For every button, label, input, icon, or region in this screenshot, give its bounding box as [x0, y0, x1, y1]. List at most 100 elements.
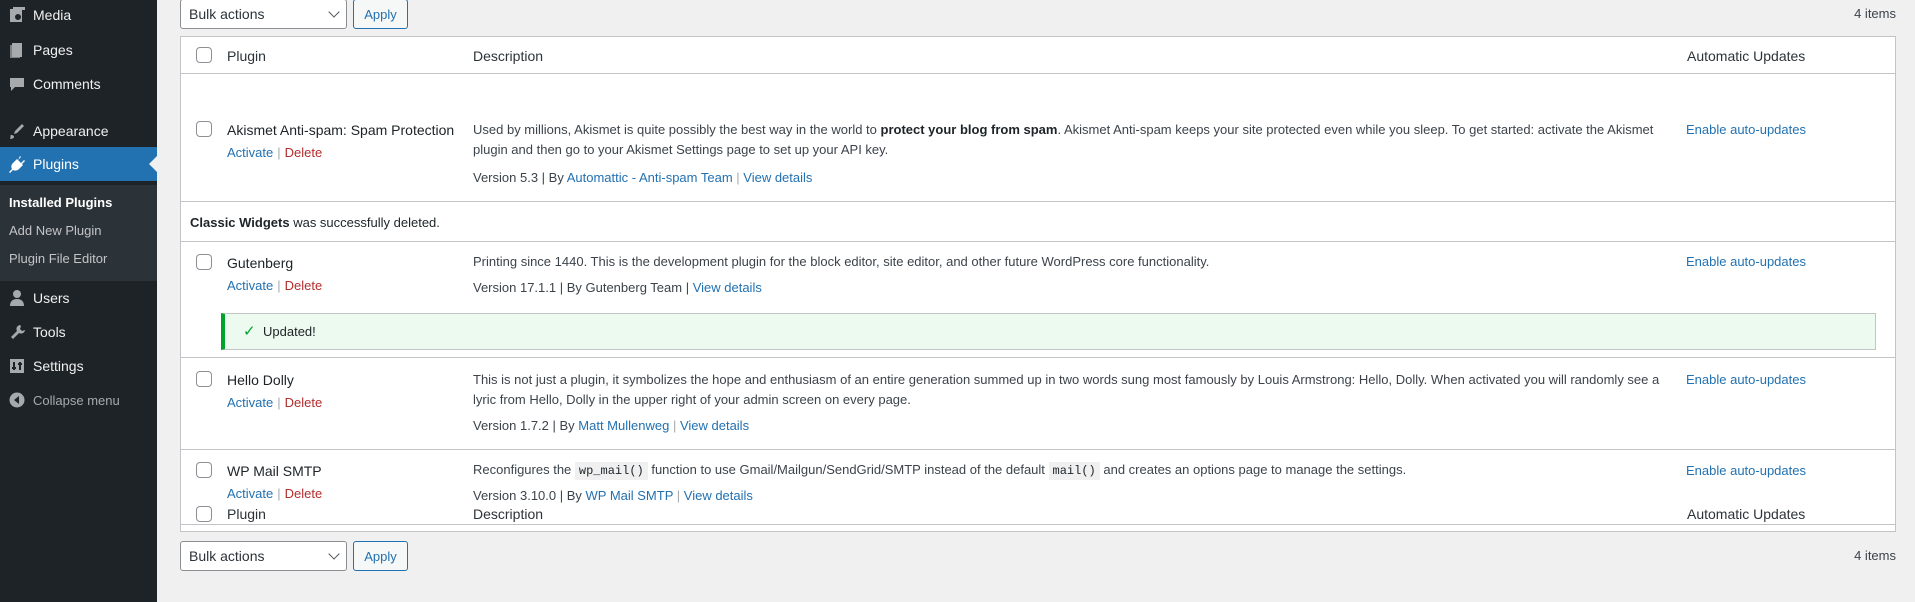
submenu-plugin-file-editor[interactable]: Plugin File Editor	[9, 251, 107, 266]
sidebar-item-label: Comments	[33, 76, 101, 92]
settings-icon	[0, 349, 33, 383]
sidebar-item-settings[interactable]: Settings	[0, 349, 157, 383]
bulk-actions-select[interactable]: Bulk actions	[180, 541, 347, 571]
plugin-version: Version 17.1.1 | By Gutenberg Team | Vie…	[473, 280, 762, 295]
plugins-submenu: Installed Plugins Add New Plugin Plugin …	[0, 185, 157, 281]
view-details-link[interactable]: View details	[680, 418, 749, 433]
submenu-add-new-plugin[interactable]: Add New Plugin	[9, 223, 102, 238]
column-plugin: Plugin	[227, 506, 266, 522]
row-actions: Activate | Delete	[227, 145, 323, 160]
table-footer: Plugin Description Automatic Updates	[181, 495, 1895, 532]
bulk-actions-select[interactable]: Bulk actions	[180, 0, 347, 29]
column-auto-updates: Automatic Updates	[1687, 506, 1806, 522]
select-all-checkbox[interactable]	[196, 47, 212, 63]
column-plugin: Plugin	[227, 48, 266, 64]
tablenav-top: Bulk actions Apply 4 items	[180, 0, 1896, 29]
item-count: 4 items	[1854, 6, 1896, 21]
plugin-name: Akismet Anti-spam: Spam Protection	[227, 122, 455, 138]
row-checkbox[interactable]	[196, 371, 212, 387]
author-link[interactable]: Automattic - Anti-spam Team	[567, 170, 733, 185]
plugin-description: Printing since 1440. This is the develop…	[473, 254, 1210, 269]
admin-sidebar: Media Pages Comments Appearance Plugins …	[0, 0, 157, 602]
table-row: Gutenberg Activate | Delete Printing since…	[181, 242, 1895, 358]
sidebar-item-label: Pages	[33, 42, 73, 58]
updated-notice: ✓ Updated!	[221, 313, 1876, 350]
description-text: Reconfigures the	[473, 462, 575, 477]
plugin-version: Version 1.7.2 | By Matt Mullenweg | View…	[473, 418, 750, 433]
sidebar-item-plugins[interactable]: Plugins	[0, 147, 157, 181]
checkmark-icon: ✓	[243, 323, 256, 340]
description-text: and creates an options page to manage th…	[1099, 462, 1407, 477]
plugin-name: Gutenberg	[227, 255, 294, 271]
updated-notice-text: Updated!	[263, 324, 316, 339]
plugins-table: Plugin Description Automatic Updates Aki…	[180, 36, 1896, 532]
row-checkbox[interactable]	[196, 254, 212, 270]
table-header: Plugin Description Automatic Updates	[181, 37, 1895, 74]
current-indicator	[149, 156, 157, 172]
delete-link[interactable]: Delete	[285, 145, 323, 160]
submenu-installed-plugins[interactable]: Installed Plugins	[9, 195, 112, 210]
enable-auto-updates-link[interactable]: Enable auto-updates	[1686, 372, 1806, 387]
row-checkbox[interactable]	[196, 462, 212, 478]
deleted-notice-row: Classic Widgets was successfully deleted…	[181, 202, 1895, 242]
appearance-icon	[0, 114, 33, 148]
plugin-description: Used by millions, Akismet is quite possi…	[473, 120, 1683, 160]
deleted-notice: Classic Widgets was successfully deleted…	[190, 215, 440, 230]
row-checkbox[interactable]	[196, 121, 212, 137]
view-details-link[interactable]: View details	[693, 280, 762, 295]
collapse-menu-label: Collapse menu	[33, 392, 120, 408]
media-icon	[0, 0, 33, 32]
sidebar-item-pages[interactable]: Pages	[0, 33, 157, 67]
sidebar-item-comments[interactable]: Comments	[0, 67, 157, 101]
collapse-menu-button[interactable]: Collapse menu	[0, 383, 157, 417]
tools-icon	[0, 315, 33, 349]
plugin-version: Version 5.3 | By Automattic - Anti-spam …	[473, 170, 813, 185]
code-snippet: mail()	[1048, 462, 1100, 480]
enable-auto-updates-link[interactable]: Enable auto-updates	[1686, 254, 1806, 269]
plugin-description: This is not just a plugin, it symbolizes…	[473, 372, 1660, 407]
row-actions: Activate | Delete	[227, 395, 323, 410]
sidebar-item-appearance[interactable]: Appearance	[0, 114, 157, 148]
select-all-checkbox[interactable]	[196, 506, 212, 522]
column-description: Description	[473, 48, 544, 64]
author-link[interactable]: Matt Mullenweg	[578, 418, 669, 433]
delete-link[interactable]: Delete	[285, 278, 323, 293]
activate-link[interactable]: Activate	[227, 278, 273, 293]
chevron-down-icon	[328, 548, 340, 560]
enable-auto-updates-link[interactable]: Enable auto-updates	[1686, 463, 1806, 478]
pages-icon	[0, 33, 33, 67]
description-emphasis: protect your blog from spam	[880, 122, 1058, 137]
chevron-down-icon	[328, 6, 340, 18]
bulk-actions-value: Bulk actions	[189, 6, 265, 22]
activate-link[interactable]: Activate	[227, 395, 273, 410]
sidebar-item-media[interactable]: Media	[0, 0, 157, 32]
apply-button[interactable]: Apply	[353, 0, 408, 29]
description-text: function to use Gmail/Mailgun/SendGrid/S…	[647, 462, 1049, 477]
activate-link[interactable]: Activate	[227, 145, 273, 160]
deleted-notice-text: was successfully deleted.	[289, 215, 440, 230]
plugin-name: WP Mail SMTP	[227, 463, 322, 479]
sidebar-item-label: Settings	[33, 358, 84, 374]
sidebar-item-label: Appearance	[33, 123, 109, 139]
row-actions: Activate | Delete	[227, 278, 323, 293]
table-row: Hello Dolly Activate | Delete This is not …	[181, 358, 1895, 450]
table-row: Akismet Anti-spam: Spam Protection Activ…	[181, 74, 1895, 202]
collapse-icon	[0, 383, 33, 417]
sidebar-item-label: Users	[33, 290, 70, 306]
view-details-link[interactable]: View details	[743, 170, 812, 185]
apply-button[interactable]: Apply	[353, 541, 408, 571]
sidebar-item-tools[interactable]: Tools	[0, 315, 157, 349]
plugin-name: Hello Dolly	[227, 372, 294, 388]
column-auto-updates: Automatic Updates	[1687, 48, 1806, 64]
enable-auto-updates-link[interactable]: Enable auto-updates	[1686, 122, 1806, 137]
version-text: Version 17.1.1 | By Gutenberg Team |	[473, 280, 693, 295]
sidebar-item-users[interactable]: Users	[0, 281, 157, 315]
version-text: Version 5.3 | By	[473, 170, 567, 185]
tablenav-bottom: Bulk actions Apply 4 items	[180, 541, 1896, 571]
bulk-actions-value: Bulk actions	[189, 548, 265, 564]
sidebar-item-label: Plugins	[33, 156, 79, 172]
comments-icon	[0, 67, 33, 101]
users-icon	[0, 281, 33, 315]
column-description: Description	[473, 506, 544, 522]
delete-link[interactable]: Delete	[285, 395, 323, 410]
